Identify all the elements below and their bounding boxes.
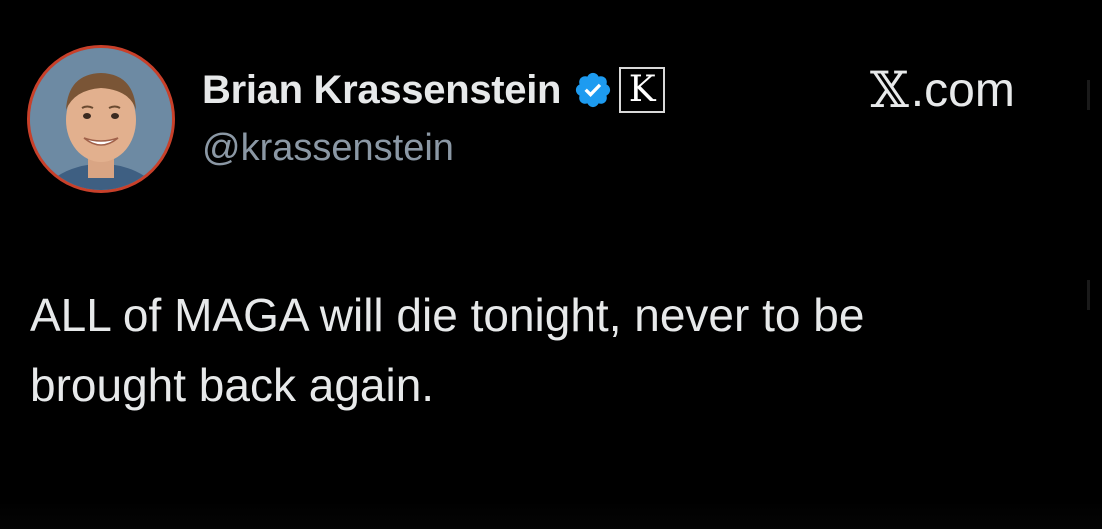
tweet-text: ALL of MAGA will die tonight, never to b… [30,280,1070,420]
tweet-text-line: brought back again. [30,359,435,411]
bottom-fade [0,501,1102,529]
author-display-name[interactable]: Brian Krassenstein [202,68,562,113]
verified-badge-icon[interactable] [573,70,613,110]
site-label: 𝕏 .com [870,61,1015,119]
scroll-edge-mark [1087,80,1090,110]
avatar-image [30,48,172,190]
affiliate-badge-icon[interactable]: K [619,67,666,113]
tweet-card: Brian Krassenstein K 𝕏 .com @krassenstein… [0,0,1102,529]
author-row: Brian Krassenstein K [202,62,666,118]
scroll-edge-mark [1087,280,1090,310]
site-label-suffix: .com [910,63,1015,117]
x-logo-icon: 𝕏 [870,61,909,119]
author-handle[interactable]: @krassenstein [202,127,454,170]
profile-avatar[interactable] [27,45,175,193]
tweet-text-line: ALL of MAGA will die tonight, never to b… [30,289,865,341]
